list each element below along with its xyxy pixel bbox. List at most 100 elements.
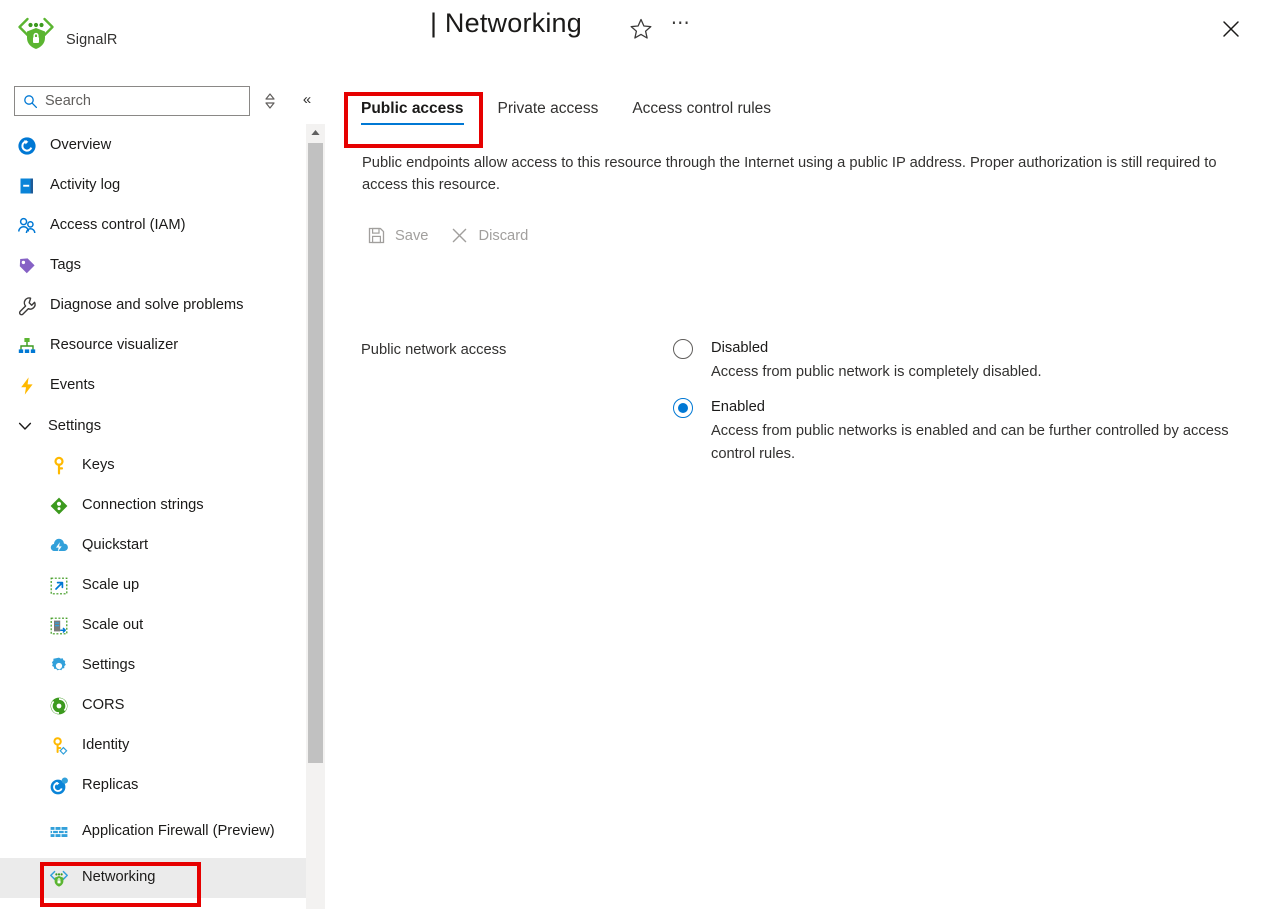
brand-name: SignalR <box>66 32 117 54</box>
sidebar-item-label: Scale out <box>82 617 143 635</box>
key-icon <box>48 455 70 477</box>
close-icon[interactable] <box>1216 14 1246 44</box>
search-icon <box>23 94 38 109</box>
sidebar-item-quickstart[interactable]: Quickstart <box>0 526 306 566</box>
sidebar-item-scale-up[interactable]: Scale up <box>0 566 306 606</box>
search-input[interactable] <box>45 93 235 109</box>
sidebar-item-label: Diagnose and solve problems <box>50 297 244 315</box>
sidebar-item-label: Scale up <box>82 577 139 595</box>
sidebar-item-label: Activity log <box>50 177 120 195</box>
discard-x-icon <box>450 226 469 245</box>
wrench-icon <box>16 295 38 317</box>
search-row: « <box>0 86 325 118</box>
tab-public-access[interactable]: Public access <box>344 94 481 130</box>
quickstart-cloud-icon <box>48 535 70 557</box>
sidebar-item-networking[interactable]: Networking <box>0 858 306 898</box>
sidebar-group-settings[interactable]: Settings <box>0 406 306 446</box>
sidebar-item-cors[interactable]: CORS <box>0 686 306 726</box>
signalr-logo-icon <box>14 10 58 54</box>
sidebar-item-access-control[interactable]: Access control (IAM) <box>0 206 306 246</box>
sidebar-item-application-firewall[interactable]: Application Firewall (Preview) <box>0 806 306 858</box>
access-control-icon <box>16 215 38 237</box>
radio-description-enabled: Access from public networks is enabled a… <box>711 420 1233 465</box>
search-box[interactable] <box>14 86 250 116</box>
sidebar-item-keys[interactable]: Keys <box>0 446 306 486</box>
ellipsis-icon[interactable]: ⋯ <box>668 14 694 40</box>
sidebar-item-label: Application Firewall (Preview) <box>82 823 275 841</box>
sidebar-item-label: Settings <box>82 657 135 675</box>
radio-option-disabled[interactable]: Disabled Access from public network is c… <box>673 336 1233 383</box>
command-toolbar: Save Discard <box>365 222 530 249</box>
public-network-access-radio-group: Disabled Access from public network is c… <box>673 336 1233 477</box>
tab-access-control-rules[interactable]: Access control rules <box>615 94 788 130</box>
main-content: Public access Private access Access cont… <box>325 70 1264 909</box>
networking-icon <box>48 867 70 889</box>
resource-menu-rail: « Overview <box>0 70 325 909</box>
brand: SignalR <box>14 10 117 54</box>
star-icon[interactable] <box>628 16 654 42</box>
tab-private-access[interactable]: Private access <box>481 94 616 130</box>
sidebar-item-resource-visualizer[interactable]: Resource visualizer <box>0 326 306 366</box>
sidebar-item-scale-out[interactable]: Scale out <box>0 606 306 646</box>
resource-visualizer-icon <box>16 335 38 357</box>
sidebar-item-label: CORS <box>82 697 124 715</box>
sidebar-item-label: Identity <box>82 737 129 755</box>
sidebar-item-label: Access control (IAM) <box>50 217 185 235</box>
sidebar-item-label: Overview <box>50 137 111 155</box>
discard-button[interactable]: Discard <box>448 222 530 249</box>
sidebar-item-identity[interactable]: Identity <box>0 726 306 766</box>
radio-mark-enabled[interactable] <box>673 398 693 418</box>
scale-out-icon <box>48 615 70 637</box>
tab-bar: Public access Private access Access cont… <box>344 94 788 130</box>
save-button[interactable]: Save <box>365 222 430 249</box>
radio-label-enabled: Enabled <box>711 395 1233 419</box>
scrollbar-thumb[interactable] <box>308 143 323 763</box>
sidebar-item-label: Quickstart <box>82 537 148 555</box>
section-description: Public endpoints allow access to this re… <box>362 152 1228 197</box>
sidebar-item-label: Connection strings <box>82 497 204 515</box>
radio-label-disabled: Disabled <box>711 336 1233 360</box>
tab-label: Access control rules <box>632 100 771 117</box>
sidebar-item-label: Networking <box>82 869 155 887</box>
sidebar-item-connection-strings[interactable]: Connection strings <box>0 486 306 526</box>
sidebar-item-overview[interactable]: Overview <box>0 126 306 166</box>
scroll-up-arrow-icon[interactable] <box>306 124 325 141</box>
sidebar-item-activity-log[interactable]: Activity log <box>0 166 306 206</box>
sidebar-item-diagnose[interactable]: Diagnose and solve problems <box>0 286 306 326</box>
discard-label: Discard <box>478 228 528 244</box>
gear-icon <box>48 655 70 677</box>
radio-description-disabled: Access from public network is completely… <box>711 361 1233 383</box>
azure-portal-networking-blade: SignalR | Networking ⋯ <box>0 0 1264 909</box>
identity-key-icon <box>48 735 70 757</box>
save-disk-icon <box>367 226 386 245</box>
sidebar-group-label: Settings <box>48 418 101 434</box>
tags-icon <box>16 255 38 277</box>
sidebar-item-settings[interactable]: Settings <box>0 646 306 686</box>
public-network-access-label: Public network access <box>361 342 506 358</box>
save-label: Save <box>395 228 428 244</box>
expand-collapse-icon[interactable] <box>260 91 280 111</box>
sidebar-item-label: Events <box>50 377 95 395</box>
tab-label: Private access <box>498 100 599 117</box>
sidebar-item-label: Keys <box>82 457 115 475</box>
overview-icon <box>16 135 38 157</box>
tab-label: Public access <box>361 100 464 117</box>
firewall-icon <box>48 821 70 843</box>
scale-up-icon <box>48 575 70 597</box>
page-title: | Networking <box>430 8 582 39</box>
sidebar-item-label: Tags <box>50 257 81 275</box>
blade-header: SignalR | Networking ⋯ <box>0 0 1264 70</box>
chevron-down-icon <box>14 415 36 437</box>
resource-menu-list: Overview Activity log <box>0 126 306 909</box>
cors-icon <box>48 695 70 717</box>
sidebar-item-events[interactable]: Events <box>0 366 306 406</box>
radio-mark-disabled[interactable] <box>673 339 693 359</box>
sidebar-item-label: Replicas <box>82 777 138 795</box>
sidebar-item-replicas[interactable]: Replicas <box>0 766 306 806</box>
sidebar-item-label: Resource visualizer <box>50 337 178 355</box>
sidebar-item-tags[interactable]: Tags <box>0 246 306 286</box>
chevron-double-left-icon[interactable]: « <box>296 88 318 112</box>
radio-option-enabled[interactable]: Enabled Access from public networks is e… <box>673 395 1233 465</box>
sidebar-scrollbar[interactable] <box>306 124 325 909</box>
events-lightning-icon <box>16 375 38 397</box>
